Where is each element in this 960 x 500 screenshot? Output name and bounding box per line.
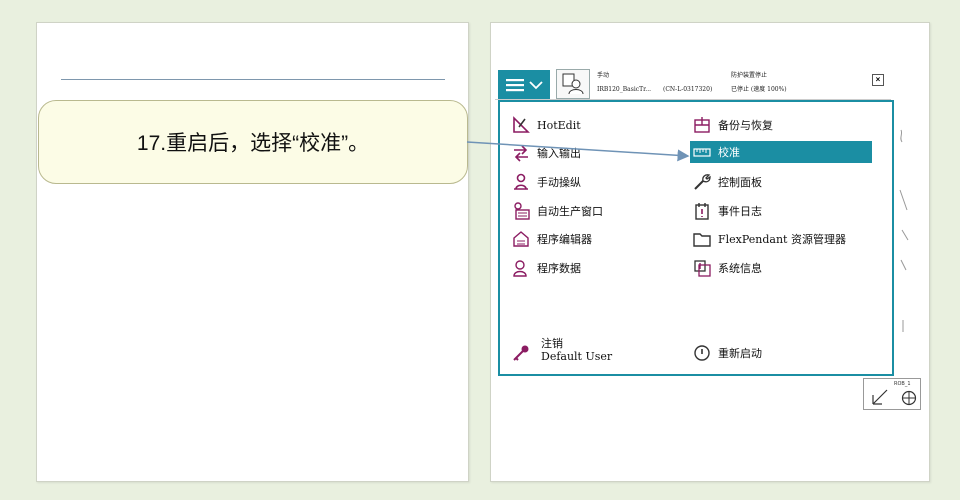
menu-item-event-log[interactable]: 事件日志 (693, 200, 762, 222)
system-info-icon (693, 259, 711, 277)
menu-item-io[interactable]: 输入输出 (512, 142, 581, 164)
program-data-icon (512, 259, 530, 277)
flexpendant-status-bar (495, 68, 891, 100)
quickset-button[interactable]: ROB_1 (863, 378, 921, 410)
menu-label: 自动生产窗口 (537, 205, 603, 218)
event-log-icon (693, 202, 711, 220)
production-window-icon (512, 202, 530, 220)
operator-logo (556, 69, 590, 99)
abb-menu-button[interactable] (498, 70, 550, 99)
menu-label: 程序数据 (537, 262, 581, 275)
menu-item-calibration[interactable]: 校准 (690, 141, 872, 163)
menu-label: 控制面板 (718, 176, 762, 189)
title-divider (61, 79, 445, 80)
status-mode: 手动 (597, 72, 610, 79)
restart-button[interactable]: 重新启动 (693, 342, 762, 364)
io-icon (512, 144, 530, 162)
wrench-icon (693, 173, 711, 191)
logoff-user: Default User (541, 350, 613, 363)
menu-label: FlexPendant 资源管理器 (718, 233, 846, 246)
operator-person-icon (562, 73, 584, 95)
menu-lines-icon (505, 78, 524, 91)
backup-restore-icon (693, 116, 711, 134)
menu-item-backup-restore[interactable]: 备份与恢复 (693, 114, 773, 136)
logoff-label-block[interactable]: 注销 Default User (541, 337, 612, 363)
instruction-callout: 17.重启后，选择“校准”。 (38, 100, 468, 184)
menu-item-program-editor[interactable]: 程序编辑器 (512, 228, 592, 250)
program-editor-icon (512, 230, 530, 248)
menu-item-jogging[interactable]: 手动操纵 (512, 171, 581, 193)
corner-tag: ROB_1 (894, 381, 911, 387)
key-icon (512, 344, 530, 362)
restart-label: 重新启动 (718, 347, 762, 360)
close-icon[interactable]: × (872, 74, 884, 86)
menu-label: 备份与恢复 (718, 119, 773, 132)
menu-item-flexpendant-explorer[interactable]: FlexPendant 资源管理器 (693, 228, 846, 250)
jogging-icon (512, 173, 530, 191)
logoff-label: 注销 (541, 337, 563, 350)
menu-label: 事件日志 (718, 205, 762, 218)
menu-item-control-panel[interactable]: 控制面板 (693, 171, 762, 193)
status-device: IRB120_BasicTr... (597, 86, 652, 93)
menu-label: HotEdit (537, 118, 581, 132)
background-sketch (899, 129, 909, 332)
menu-label: 输入输出 (537, 147, 581, 160)
menu-label: 程序编辑器 (537, 233, 592, 246)
status-run: 已停止 (速度 100%) (731, 86, 787, 93)
menu-item-production-window[interactable]: 自动生产窗口 (512, 200, 603, 222)
menu-item-hotedit[interactable]: HotEdit (512, 114, 581, 136)
status-guard: 防护装置停止 (731, 72, 768, 79)
menu-item-program-data[interactable]: 程序数据 (512, 257, 581, 279)
menu-label: 系统信息 (718, 262, 762, 275)
instruction-text: 17.重启后，选择“校准”。 (136, 132, 370, 155)
left-slide-panel (36, 22, 469, 482)
speed-icon (901, 390, 917, 406)
chevron-down-icon (528, 80, 543, 89)
power-icon (693, 344, 711, 362)
axes-icon (872, 389, 888, 405)
menu-label: 校准 (718, 146, 740, 159)
menu-item-system-info[interactable]: 系统信息 (693, 257, 762, 279)
hotedit-icon (512, 116, 530, 134)
status-serial: (CN-L-0317320) (663, 86, 713, 93)
calibration-icon (693, 143, 711, 161)
folder-icon (693, 230, 711, 248)
menu-label: 手动操纵 (537, 176, 581, 189)
logoff-button[interactable] (512, 342, 530, 364)
